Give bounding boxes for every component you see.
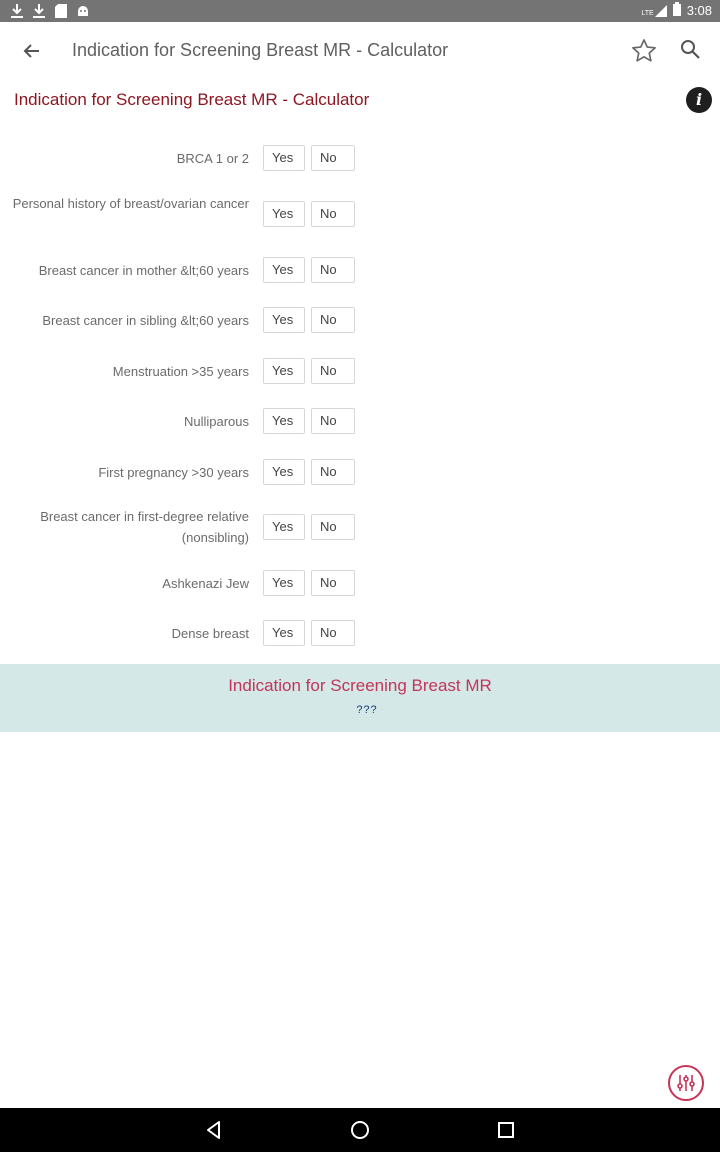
app-bar: Indication for Screening Breast MR - Cal… xyxy=(0,22,720,80)
clock: 3:08 xyxy=(686,3,712,18)
yes-button[interactable]: Yes xyxy=(263,358,305,384)
yes-button[interactable]: Yes xyxy=(263,620,305,646)
notification-icons xyxy=(10,3,90,19)
no-button[interactable]: No xyxy=(311,514,355,540)
question-label: Dense breast xyxy=(171,626,249,641)
nav-recents-button[interactable] xyxy=(494,1118,518,1142)
search-button[interactable] xyxy=(678,37,704,63)
result-title: Indication for Screening Breast MR xyxy=(228,676,492,695)
no-button[interactable]: No xyxy=(311,358,355,384)
arrow-back-icon xyxy=(23,44,39,58)
search-icon xyxy=(681,40,700,59)
yes-button[interactable]: Yes xyxy=(263,201,305,227)
yes-button[interactable]: Yes xyxy=(263,514,305,540)
nav-back-button[interactable] xyxy=(202,1118,226,1142)
question-label: First pregnancy >30 years xyxy=(98,465,249,480)
question-label: Personal history of breast/ovarian cance… xyxy=(12,196,249,211)
app-bar-title: Indication for Screening Breast MR - Cal… xyxy=(72,40,449,60)
yes-button[interactable]: Yes xyxy=(263,145,305,171)
star-outline-icon xyxy=(632,39,656,62)
question-label: Breast cancer in first-degree relative (… xyxy=(40,509,249,545)
nav-home-button[interactable] xyxy=(348,1118,372,1142)
yes-button[interactable]: Yes xyxy=(263,307,305,333)
android-icon xyxy=(76,3,90,19)
question-label: Breast cancer in sibling &lt;60 years xyxy=(42,313,249,328)
yes-button[interactable]: Yes xyxy=(263,408,305,434)
yes-button[interactable]: Yes xyxy=(263,570,305,596)
square-recents-icon xyxy=(498,1122,514,1138)
no-button[interactable]: No xyxy=(311,145,355,171)
back-button[interactable] xyxy=(18,37,46,65)
no-button[interactable]: No xyxy=(311,570,355,596)
sliders-icon xyxy=(677,1075,695,1091)
question-label: Breast cancer in mother &lt;60 years xyxy=(38,263,249,278)
question-label: BRCA 1 or 2 xyxy=(176,151,249,166)
battery-icon xyxy=(672,2,681,19)
settings-fab[interactable] xyxy=(668,1065,704,1101)
no-button[interactable]: No xyxy=(311,459,355,485)
download-icon xyxy=(10,3,24,19)
navigation-bar xyxy=(0,1108,720,1152)
no-button[interactable]: No xyxy=(311,408,355,434)
question-label: Ashkenazi Jew xyxy=(162,576,249,591)
result-panel: Indication for Screening Breast MR ??? xyxy=(0,664,720,732)
question-label: Menstruation >35 years xyxy=(112,364,249,379)
no-button[interactable]: No xyxy=(311,257,355,283)
info-icon: i xyxy=(695,90,703,109)
result-value: ??? xyxy=(356,704,378,716)
favorite-button[interactable] xyxy=(630,37,658,65)
question-label: Nulliparous xyxy=(183,414,249,429)
download-icon xyxy=(32,3,46,19)
page-title: Indication for Screening Breast MR - Cal… xyxy=(14,90,370,109)
triangle-back-icon xyxy=(207,1121,220,1139)
system-icons: LTE 3:08 xyxy=(641,2,712,19)
sd-card-icon xyxy=(54,3,68,19)
circle-home-icon xyxy=(351,1121,369,1139)
no-button[interactable]: No xyxy=(311,307,355,333)
no-button[interactable]: No xyxy=(311,620,355,646)
info-button[interactable]: i xyxy=(686,87,712,113)
yes-button[interactable]: Yes xyxy=(263,257,305,283)
yes-button[interactable]: Yes xyxy=(263,459,305,485)
no-button[interactable]: No xyxy=(311,201,355,227)
status-bar: LTE 3:08 xyxy=(0,0,720,22)
lte-signal-icon: LTE xyxy=(641,4,667,17)
